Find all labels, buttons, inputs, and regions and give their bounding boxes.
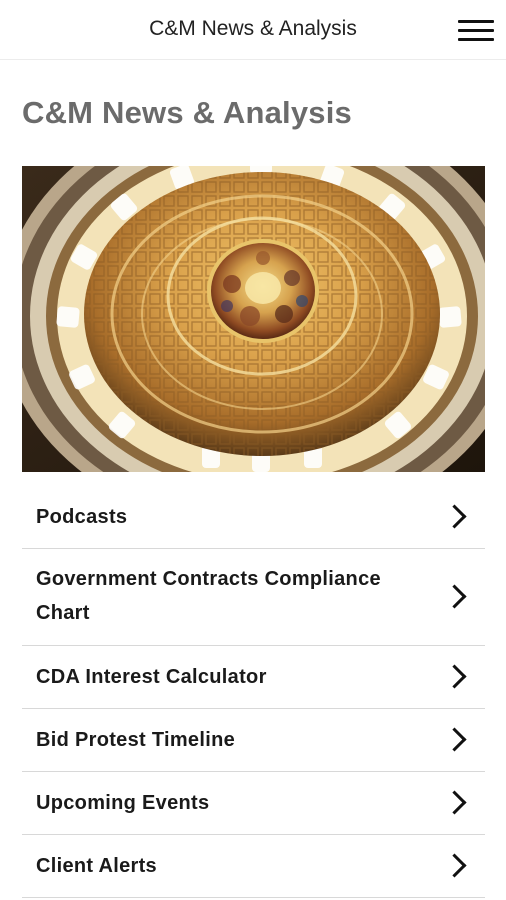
menu-item-label: Upcoming Events: [36, 792, 210, 814]
menu-item-label: CDA Interest Calculator: [36, 666, 267, 688]
menu-item-cda-interest-calculator[interactable]: CDA Interest Calculator: [22, 646, 485, 709]
menu-item-compliance-chart[interactable]: Government Contracts Compliance Chart: [22, 549, 485, 646]
app-bar-title: C&M News & Analysis: [149, 17, 357, 40]
capitol-dome-image: [22, 166, 485, 472]
menu-item-label: Bid Protest Timeline: [36, 729, 236, 751]
menu-item-label: Podcasts: [36, 506, 128, 528]
menu-bar-line: [458, 29, 494, 32]
menu-item-label: Client Alerts: [36, 855, 157, 877]
hamburger-menu-icon[interactable]: [456, 18, 496, 44]
menu-item-podcasts[interactable]: Podcasts: [22, 486, 485, 549]
menu-item-client-alerts[interactable]: Client Alerts: [22, 835, 485, 898]
top-app-bar: C&M News & Analysis: [0, 0, 506, 60]
menu-item-upcoming-events[interactable]: Upcoming Events: [22, 772, 485, 835]
menu-item-bid-protest-timeline[interactable]: Bid Protest Timeline: [22, 709, 485, 772]
dome-illustration: [22, 166, 485, 472]
menu-bar-line: [458, 20, 494, 23]
page-title: C&M News & Analysis: [22, 95, 352, 130]
menu-list: Podcasts Government Contracts Compliance…: [22, 486, 485, 898]
app-screen: C&M News & Analysis C&M News & Analysis: [0, 0, 506, 900]
menu-bar-line: [458, 38, 494, 41]
menu-item-label: Government Contracts Compliance Chart: [36, 568, 381, 624]
